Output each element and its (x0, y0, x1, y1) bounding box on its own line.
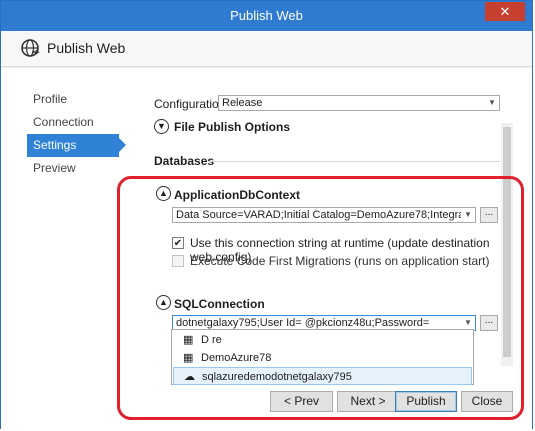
chevron-down-icon: ▼ (485, 96, 499, 110)
nav-item-settings[interactable]: Settings (27, 134, 126, 157)
wizard-nav: Profile Connection Settings Preview (27, 88, 137, 180)
database-icon: ▦ (183, 334, 194, 346)
nav-item-preview[interactable]: Preview (27, 157, 137, 180)
sql-connection-dropdown-list: ▦ D re ▦ DemoAzure78 ☁ sqlazuredemodotne… (171, 329, 474, 385)
globe-publish-icon (19, 37, 41, 62)
nav-item-connection[interactable]: Connection (27, 111, 137, 134)
section-divider (207, 161, 500, 162)
dropdown-option-2[interactable]: ▦ DemoAzure78 (173, 349, 472, 367)
configuration-select[interactable]: Release ▼ (218, 95, 500, 111)
databases-heading: Databases (154, 154, 215, 168)
dialog-header: Publish Web (1, 31, 532, 67)
next-button[interactable]: Next > (337, 391, 399, 412)
close-button[interactable]: Close (461, 391, 513, 412)
window-close-button[interactable]: ✕ (485, 2, 525, 21)
file-publish-options-toggle[interactable]: File Publish Options (174, 120, 290, 134)
configuration-value: Release (222, 97, 263, 109)
cloud-database-icon: ☁ (184, 371, 195, 383)
database-icon: ▦ (183, 352, 194, 364)
window-title: Publish Web (230, 8, 303, 23)
expand-collapse-icon[interactable]: ▼ (154, 119, 169, 134)
prev-button[interactable]: < Prev (270, 391, 333, 412)
title-bar: Publish Web ✕ (1, 1, 532, 31)
dropdown-option-3[interactable]: ☁ sqlazuredemodotnetgalaxy795 (173, 367, 472, 385)
header-title: Publish Web (47, 40, 126, 56)
nav-item-profile[interactable]: Profile (27, 88, 137, 111)
dropdown-option-1[interactable]: ▦ D re (173, 331, 472, 349)
publish-button[interactable]: Publish (395, 391, 457, 412)
